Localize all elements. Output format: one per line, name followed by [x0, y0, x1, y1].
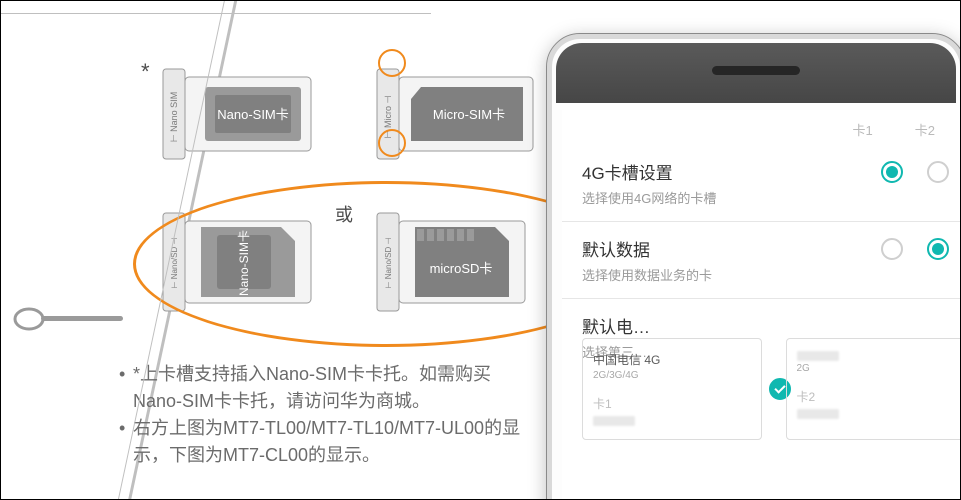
sim-net: 2G [797, 363, 955, 374]
col-card1: 卡1 [853, 120, 873, 139]
tray-b-card-label: Micro-SIM卡 [433, 107, 505, 122]
sim-card-selector: 中国电信 4G 2G/3G/4G 卡1 2G 卡2 [582, 320, 961, 440]
column-header: 卡1 卡2 [562, 110, 961, 145]
phone: 卡1 卡2 4G卡槽设置选择使用4G网络的卡槽 默认数据选择使用数据业务的卡 默… [546, 33, 961, 500]
radio-icon[interactable] [881, 238, 903, 260]
radio-icon[interactable] [927, 238, 949, 260]
sim-tag: 卡1 [593, 395, 751, 412]
sim-net: 2G/3G/4G [593, 370, 751, 381]
row-subtitle: 选择使用4G网络的卡槽 [582, 188, 857, 207]
sim-tag: 卡2 [797, 388, 955, 405]
tray-a-side-label: ⊢ Nano SIM [169, 92, 179, 142]
row-title: 默认数据 [582, 236, 857, 261]
highlight-circle-icon [378, 129, 406, 157]
sim-name: 中国电信 4G [593, 351, 751, 368]
tray-d-side-label: ⊢ Nano/SD ⊣ [384, 238, 393, 289]
tray-d-card-label: microSD卡 [430, 261, 493, 276]
tray-c-side-label: ⊢ Nano/SD ⊣ [170, 238, 179, 289]
speaker-icon [712, 66, 800, 75]
tray-a-card-label: Nano-SIM卡 [217, 107, 289, 122]
blurred-text [797, 351, 839, 361]
highlight-circle-icon [378, 49, 406, 77]
row-title: 4G卡槽设置 [582, 159, 857, 184]
note-1: *上卡槽支持插入Nano-SIM卡卡托。如需购买Nano-SIM卡卡托，请访问华… [133, 361, 539, 415]
tray-nano-in-sd: Nano-SIM卡 ⊢ Nano/SD ⊣ [157, 201, 317, 321]
tray-microsd: microSD卡 ⊢ Nano/SD ⊣ [371, 201, 531, 321]
note-2: 右方上图为MT7-TL00/MT7-TL10/MT7-UL00的显示，下图为MT… [133, 415, 539, 469]
tray-c-card-label: Nano-SIM卡 [237, 230, 251, 296]
col-card2: 卡2 [915, 120, 935, 139]
or-label: 或 [335, 201, 353, 227]
sim-eject-pin-icon [11, 301, 131, 342]
radio-icon[interactable] [927, 161, 949, 183]
blurred-text [593, 416, 635, 426]
sim-card-2[interactable]: 2G 卡2 [786, 338, 961, 440]
sim-card-1[interactable]: 中国电信 4G 2G/3G/4G 卡1 [582, 338, 762, 440]
blurred-text [797, 409, 839, 419]
notes: •*上卡槽支持插入Nano-SIM卡卡托。如需购买Nano-SIM卡卡托，请访问… [119, 361, 539, 469]
asterisk: * [141, 59, 150, 85]
page: * Nano-SIM卡 ⊢ Nano SIM Micro-SIM卡 ⊢ Micr… [0, 0, 961, 500]
phone-screen: 卡1 卡2 4G卡槽设置选择使用4G网络的卡槽 默认数据选择使用数据业务的卡 默… [562, 110, 961, 500]
row-4g-slot[interactable]: 4G卡槽设置选择使用4G网络的卡槽 [562, 145, 961, 222]
radio-icon[interactable] [881, 161, 903, 183]
row-subtitle: 选择使用数据业务的卡 [582, 265, 857, 284]
tray-nano-sim: Nano-SIM卡 ⊢ Nano SIM [157, 59, 317, 169]
row-default-data[interactable]: 默认数据选择使用数据业务的卡 [562, 222, 961, 299]
top-divider [1, 1, 431, 14]
